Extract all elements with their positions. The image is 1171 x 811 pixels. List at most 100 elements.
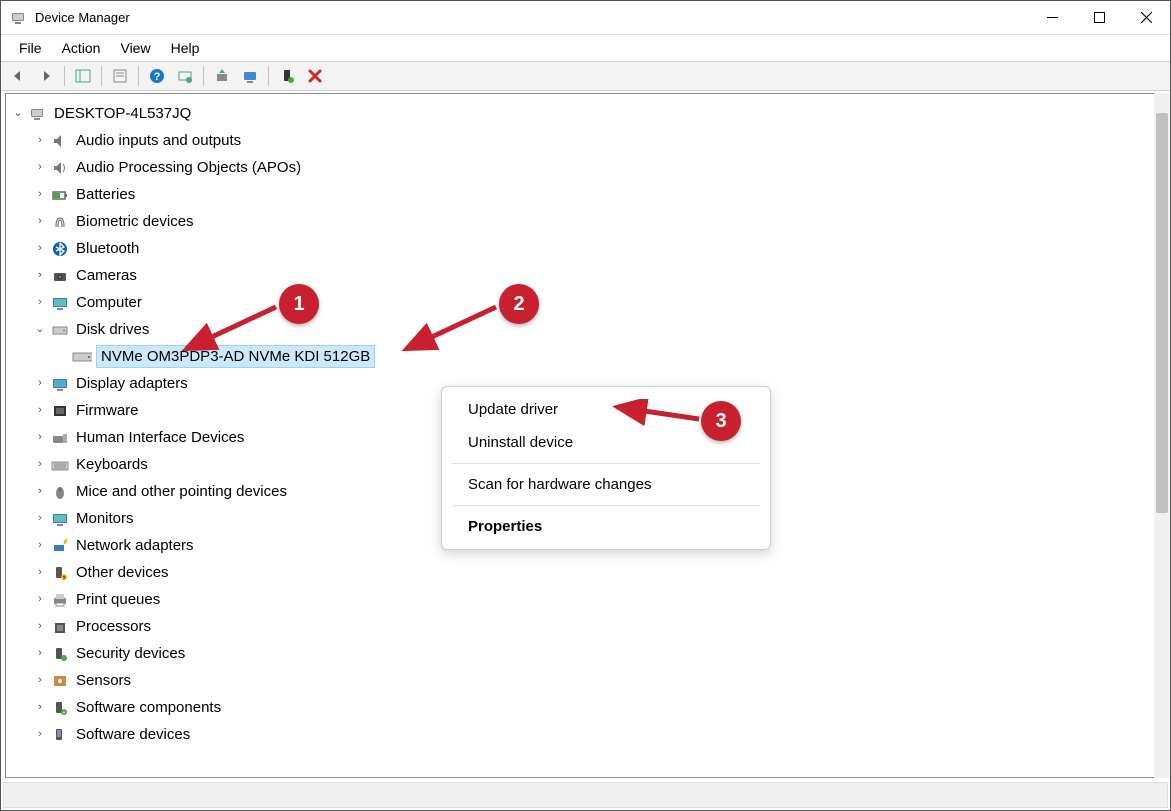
category-icon bbox=[50, 429, 70, 447]
tree-category-label: Cameras bbox=[74, 264, 139, 287]
chevron-right-icon[interactable]: › bbox=[32, 511, 48, 526]
chevron-right-icon[interactable]: › bbox=[32, 457, 48, 472]
tree-category[interactable]: › Security devices bbox=[10, 640, 1161, 667]
ctx-properties[interactable]: Properties bbox=[442, 510, 770, 543]
svg-text:+: + bbox=[63, 710, 66, 716]
vertical-scrollbar[interactable] bbox=[1154, 93, 1170, 778]
tree-category-label: Mice and other pointing devices bbox=[74, 480, 289, 503]
chevron-right-icon[interactable]: › bbox=[32, 133, 48, 148]
chevron-right-icon[interactable]: › bbox=[32, 430, 48, 445]
chevron-right-icon[interactable]: › bbox=[32, 700, 48, 715]
tree-category[interactable]: › Software devices bbox=[10, 721, 1161, 748]
menu-action[interactable]: Action bbox=[52, 37, 111, 59]
category-icon bbox=[50, 483, 70, 501]
category-icon bbox=[50, 294, 70, 312]
chevron-right-icon[interactable]: › bbox=[32, 295, 48, 310]
scrollbar-thumb[interactable] bbox=[1156, 113, 1168, 513]
tree-category[interactable]: › Sensors bbox=[10, 667, 1161, 694]
tree-category-label: Audio inputs and outputs bbox=[74, 129, 243, 152]
chevron-right-icon[interactable]: › bbox=[32, 592, 48, 607]
tree-category[interactable]: › + Software components bbox=[10, 694, 1161, 721]
svg-text:?: ? bbox=[154, 71, 161, 83]
tree-category-label: Sensors bbox=[74, 669, 133, 692]
chevron-down-icon[interactable]: ⌄ bbox=[32, 322, 48, 337]
update-driver-button[interactable] bbox=[209, 64, 235, 88]
menu-view[interactable]: View bbox=[110, 37, 160, 59]
tree-category-label: Security devices bbox=[74, 642, 187, 665]
toolbar: ? bbox=[1, 61, 1170, 91]
category-icon bbox=[50, 537, 70, 555]
disable-device-button[interactable] bbox=[302, 64, 328, 88]
uninstall-device-button[interactable] bbox=[237, 64, 263, 88]
chevron-down-icon[interactable]: ⌄ bbox=[10, 106, 26, 121]
minimize-button[interactable] bbox=[1029, 1, 1076, 34]
maximize-button[interactable] bbox=[1076, 1, 1123, 34]
chevron-right-icon[interactable]: › bbox=[32, 727, 48, 742]
forward-button[interactable] bbox=[33, 64, 59, 88]
ctx-separator bbox=[452, 505, 760, 506]
properties-button[interactable] bbox=[107, 64, 133, 88]
tree-root[interactable]: ⌄ DESKTOP-4L537JQ bbox=[10, 100, 1161, 127]
tree-category[interactable]: › Batteries bbox=[10, 181, 1161, 208]
tree-category[interactable]: › Processors bbox=[10, 613, 1161, 640]
close-button[interactable] bbox=[1123, 1, 1170, 34]
annotation-arrow-1 bbox=[176, 299, 286, 359]
statusbar bbox=[3, 782, 1168, 808]
tree-category[interactable]: › Cameras bbox=[10, 262, 1161, 289]
menu-help[interactable]: Help bbox=[161, 37, 210, 59]
tree-category-label: Disk drives bbox=[74, 318, 151, 341]
tree-category-label: Bluetooth bbox=[74, 237, 141, 260]
category-icon bbox=[50, 456, 70, 474]
chevron-right-icon[interactable]: › bbox=[32, 619, 48, 634]
ctx-scan-hardware[interactable]: Scan for hardware changes bbox=[442, 468, 770, 501]
category-icon bbox=[50, 726, 70, 744]
tree-category-label: Display adapters bbox=[74, 372, 190, 395]
annotation-callout-3: 3 bbox=[701, 401, 741, 441]
tree-root-label: DESKTOP-4L537JQ bbox=[52, 102, 193, 125]
annotation-callout-1: 1 bbox=[279, 284, 319, 324]
chevron-right-icon[interactable]: › bbox=[32, 268, 48, 283]
chevron-right-icon[interactable]: › bbox=[32, 241, 48, 256]
tree-category[interactable]: › Bluetooth bbox=[10, 235, 1161, 262]
back-button[interactable] bbox=[5, 64, 31, 88]
category-icon bbox=[50, 159, 70, 177]
tree-category-label: Computer bbox=[74, 291, 144, 314]
toolbar-separator bbox=[268, 66, 269, 86]
chevron-right-icon[interactable]: › bbox=[32, 403, 48, 418]
chevron-right-icon[interactable]: › bbox=[32, 565, 48, 580]
toolbar-separator bbox=[138, 66, 139, 86]
chevron-right-icon[interactable]: › bbox=[32, 673, 48, 688]
tree-category-label: Human Interface Devices bbox=[74, 426, 246, 449]
tree-category-label: Firmware bbox=[74, 399, 141, 422]
category-icon bbox=[50, 240, 70, 258]
enable-device-button[interactable] bbox=[274, 64, 300, 88]
tree-category-label: Monitors bbox=[74, 507, 136, 530]
ctx-separator bbox=[452, 463, 760, 464]
category-icon bbox=[50, 267, 70, 285]
chevron-right-icon[interactable]: › bbox=[32, 484, 48, 499]
app-icon bbox=[9, 9, 27, 27]
category-icon bbox=[50, 645, 70, 663]
help-button[interactable]: ? bbox=[144, 64, 170, 88]
tree-category[interactable]: › ? Other devices bbox=[10, 559, 1161, 586]
toolbar-separator bbox=[64, 66, 65, 86]
chevron-right-icon[interactable]: › bbox=[32, 376, 48, 391]
tree-category-label: Software components bbox=[74, 696, 223, 719]
category-icon bbox=[50, 672, 70, 690]
show-hide-tree-button[interactable] bbox=[70, 64, 96, 88]
tree-category[interactable]: › Biometric devices bbox=[10, 208, 1161, 235]
chevron-right-icon[interactable]: › bbox=[32, 646, 48, 661]
chevron-right-icon[interactable]: › bbox=[32, 160, 48, 175]
tree-category-label: Processors bbox=[74, 615, 153, 638]
titlebar: Device Manager bbox=[1, 1, 1170, 35]
toolbar-separator bbox=[203, 66, 204, 86]
menu-file[interactable]: File bbox=[9, 37, 52, 59]
tree-category[interactable]: › Audio inputs and outputs bbox=[10, 127, 1161, 154]
chevron-right-icon[interactable]: › bbox=[32, 538, 48, 553]
scan-hardware-button[interactable] bbox=[172, 64, 198, 88]
chevron-right-icon[interactable]: › bbox=[32, 214, 48, 229]
tree-category[interactable]: › Audio Processing Objects (APOs) bbox=[10, 154, 1161, 181]
category-icon bbox=[50, 321, 70, 339]
tree-category[interactable]: › Print queues bbox=[10, 586, 1161, 613]
chevron-right-icon[interactable]: › bbox=[32, 187, 48, 202]
